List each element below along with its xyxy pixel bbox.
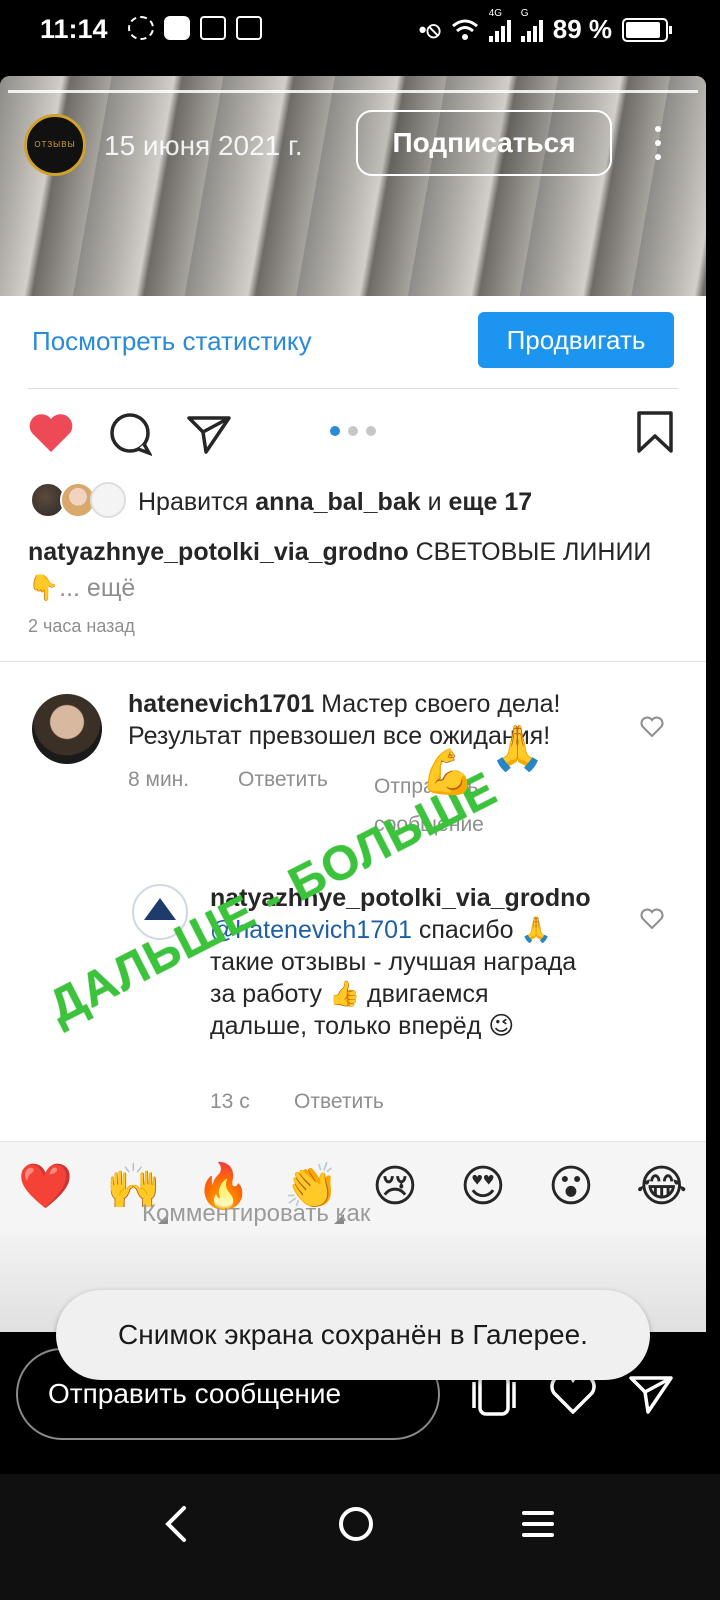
comment-like-icon[interactable] — [640, 716, 664, 738]
likes-conjunction: и — [420, 488, 449, 516]
reply-button[interactable]: Ответить — [238, 768, 328, 792]
commenter-avatar[interactable] — [32, 694, 102, 764]
post-caption: natyazhnye_potolki_via_grodno СВЕТОВЫЕ Л… — [28, 534, 678, 606]
story-insights-sheet: ОТЗЫВЫ 15 июня 2021 г. Подписаться Посмо… — [0, 76, 706, 1332]
battery-percent: 89 % — [552, 14, 612, 44]
reaction-heart-eyes[interactable]: 😍 — [460, 1160, 506, 1214]
more-options-icon[interactable] — [650, 126, 666, 160]
network-type-label: G — [520, 7, 529, 19]
post-timestamp: 2 часа назад — [28, 616, 135, 636]
signal-icon — [520, 18, 543, 42]
comment-time: 8 мин. — [128, 768, 190, 791]
reply-button[interactable]: Ответить — [294, 1090, 384, 1114]
caption-text: СВЕТОВЫЕ ЛИНИИ — [408, 538, 652, 566]
back-icon[interactable] — [160, 1504, 192, 1544]
send-message-placeholder: Отправить сообщение — [48, 1378, 342, 1409]
comment-text: hatenevich1701 Мастер своего дела! Резул… — [128, 688, 628, 752]
battery-icon — [622, 17, 672, 42]
story-stack-icon[interactable] — [470, 1374, 518, 1416]
calendar-icon — [200, 16, 226, 40]
caption-more-link[interactable]: ... ещё — [59, 574, 135, 602]
story-avatar[interactable]: ОТЗЫВЫ — [24, 114, 86, 176]
story-photo[interactable]: ОТЗЫВЫ 15 июня 2021 г. Подписаться — [0, 76, 706, 296]
signal-icon — [488, 18, 511, 42]
liker-username[interactable]: anna_bal_bak — [255, 488, 420, 516]
navigation-bar — [0, 1474, 720, 1600]
share-icon[interactable] — [186, 414, 232, 454]
like-heart-icon[interactable] — [28, 412, 74, 454]
liker-avatars[interactable] — [30, 482, 126, 522]
reaction-laughing[interactable]: 😂 — [636, 1160, 687, 1214]
avatar — [90, 482, 126, 518]
share-story-icon[interactable] — [628, 1374, 674, 1414]
story-progress-bar — [8, 90, 698, 93]
promote-button[interactable]: Продвигать — [478, 312, 674, 368]
status-time: 11:14 — [40, 14, 108, 44]
watermark-emoji: 💪 — [420, 748, 475, 797]
divider — [28, 388, 678, 389]
likes-prefix: Нравится — [138, 488, 256, 516]
watermark-emoji: 🙏 — [490, 724, 545, 773]
save-bookmark-icon[interactable] — [636, 410, 674, 454]
like-story-icon[interactable] — [550, 1374, 596, 1414]
carousel-indicator — [330, 426, 376, 436]
divider — [0, 661, 706, 662]
fan-icon — [128, 16, 154, 40]
nfc-icon: •⦸ — [418, 16, 441, 42]
view-insights-link[interactable]: Посмотреть статистику — [32, 326, 312, 357]
recents-icon[interactable] — [520, 1508, 556, 1540]
comment-like-icon[interactable] — [640, 908, 664, 930]
reaction-surprised[interactable]: 😮 — [548, 1160, 594, 1214]
home-icon[interactable] — [336, 1504, 376, 1544]
comment-username[interactable]: hatenevich1701 — [128, 690, 314, 718]
caption-username[interactable]: natyazhnye_potolki_via_grodno — [28, 538, 409, 566]
reaction-heart[interactable]: ❤️ — [18, 1160, 73, 1214]
network-type-label: 4G — [488, 7, 503, 19]
likes-count[interactable]: еще 17 — [448, 488, 532, 516]
reaction-crying[interactable]: 😢 — [372, 1160, 418, 1214]
calendar-icon — [236, 16, 262, 40]
wifi-icon — [451, 19, 478, 40]
comment-icon[interactable] — [108, 412, 152, 456]
story-date: 15 июня 2021 г. — [104, 130, 303, 161]
system-icons: •⦸ 4G G 89 % — [418, 8, 672, 45]
likes-summary[interactable]: Нравится anna_bal_bak и еще 17 — [138, 488, 532, 517]
avatar-text: ОТЗЫВЫ — [34, 140, 76, 149]
notification-icons — [128, 16, 262, 40]
screenshot-saved-toast: Снимок экрана сохранён в Галерее. — [56, 1290, 650, 1380]
comment-time: 13 с — [210, 1090, 250, 1113]
status-bar: 11:14 •⦸ 4G G 89 % — [0, 0, 720, 60]
caption-emoji: 👇 — [28, 574, 60, 602]
youtube-icon — [164, 16, 190, 40]
comment-input-placeholder[interactable]: Комментировать как — [142, 1200, 370, 1228]
follow-button[interactable]: Подписаться — [356, 110, 612, 176]
